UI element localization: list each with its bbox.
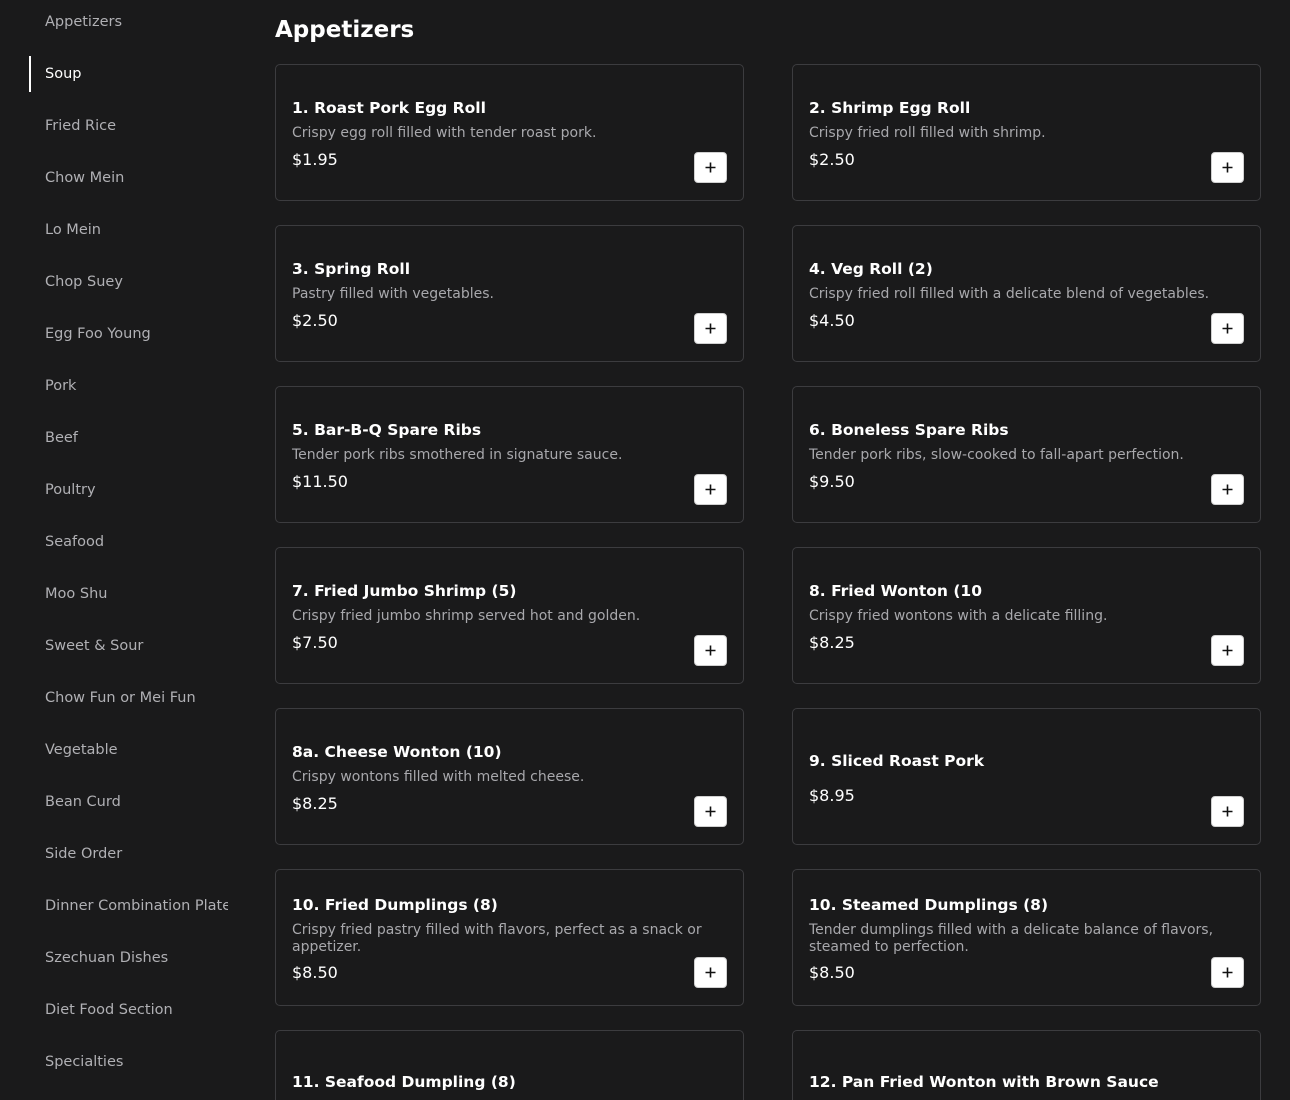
sidebar-item-beef[interactable]: Beef: [29, 420, 228, 456]
menu-item-description: Crispy fried jumbo shrimp served hot and…: [292, 608, 641, 624]
menu-item-name: 4. Veg Roll (2): [809, 260, 933, 278]
add-to-cart-button[interactable]: [1211, 474, 1244, 505]
menu-item-price: $8.50: [809, 963, 855, 982]
menu-item-card[interactable]: 8a. Cheese Wonton (10) Crispy wontons fi…: [275, 708, 744, 845]
add-to-cart-button[interactable]: [694, 796, 727, 827]
sidebar-item-vegetable[interactable]: Vegetable: [29, 732, 228, 768]
menu-item-description: Crispy fried wontons with a delicate fil…: [809, 608, 1108, 624]
add-to-cart-button[interactable]: [1211, 957, 1244, 988]
menu-item-card[interactable]: 2. Shrimp Egg Roll Crispy fried roll fil…: [792, 64, 1261, 201]
menu-item-card[interactable]: 5. Bar-B-Q Spare Ribs Tender pork ribs s…: [275, 386, 744, 523]
menu-item-name: 2. Shrimp Egg Roll: [809, 99, 971, 117]
menu-item-description: Tender dumplings filled with a delicate …: [809, 922, 1214, 955]
plus-icon: [705, 323, 716, 334]
plus-icon: [705, 967, 716, 978]
plus-icon: [705, 162, 716, 173]
menu-item-name: 1. Roast Pork Egg Roll: [292, 99, 486, 117]
menu-item-card[interactable]: 7. Fried Jumbo Shrimp (5) Crispy fried j…: [275, 547, 744, 684]
add-to-cart-button[interactable]: [694, 152, 727, 183]
sidebar-item-egg-foo-young[interactable]: Egg Foo Young: [29, 316, 228, 352]
sidebar-item-pork[interactable]: Pork: [29, 368, 228, 404]
add-to-cart-button[interactable]: [694, 313, 727, 344]
menu-item-card[interactable]: 10. Steamed Dumplings (8) Tender dumplin…: [792, 869, 1261, 1006]
menu-item-description: Crispy fried roll filled with shrimp.: [809, 125, 1046, 141]
menu-item-name: 6. Boneless Spare Ribs: [809, 421, 1009, 439]
menu-item-price: $1.95: [292, 150, 338, 169]
menu-item-card[interactable]: 8. Fried Wonton (10 Crispy fried wontons…: [792, 547, 1261, 684]
plus-icon: [705, 645, 716, 656]
plus-icon: [1222, 484, 1233, 495]
menu-item-description: Crispy egg roll filled with tender roast…: [292, 125, 597, 141]
menu-item-description: Crispy wontons filled with melted cheese…: [292, 769, 585, 785]
sidebar-item-soup[interactable]: Soup: [29, 56, 228, 92]
sidebar-item-chow-fun-or-mei-fun[interactable]: Chow Fun or Mei Fun: [29, 680, 228, 716]
sidebar-item-szechuan-dishes[interactable]: Szechuan Dishes: [29, 940, 228, 976]
menu-item-name: 8a. Cheese Wonton (10): [292, 743, 502, 761]
sidebar-item-lo-mein[interactable]: Lo Mein: [29, 212, 228, 248]
menu-item-card[interactable]: 6. Boneless Spare Ribs Tender pork ribs,…: [792, 386, 1261, 523]
menu-item-card[interactable]: 12. Pan Fried Wonton with Brown Sauce: [792, 1030, 1261, 1100]
menu-item-name: 7. Fried Jumbo Shrimp (5): [292, 582, 517, 600]
plus-icon: [1222, 162, 1233, 173]
plus-icon: [1222, 323, 1233, 334]
menu-item-name: 11. Seafood Dumpling (8): [292, 1073, 516, 1091]
menu-item-price: $4.50: [809, 311, 855, 330]
menu-item-name: 3. Spring Roll: [292, 260, 411, 278]
sidebar-item-chop-suey[interactable]: Chop Suey: [29, 264, 228, 300]
menu-item-name: 5. Bar-B-Q Spare Ribs: [292, 421, 482, 439]
sidebar-item-moo-shu[interactable]: Moo Shu: [29, 576, 228, 612]
menu-item-description: Tender pork ribs, slow-cooked to fall-ap…: [809, 447, 1184, 463]
add-to-cart-button[interactable]: [694, 474, 727, 505]
menu-page: Appetizers Soup Fried Rice Chow Mein Lo …: [0, 0, 1290, 1100]
menu-item-price: $8.25: [809, 633, 855, 652]
menu-item-price: $8.95: [809, 786, 855, 805]
add-to-cart-button[interactable]: [1211, 635, 1244, 666]
sidebar-item-chow-mein[interactable]: Chow Mein: [29, 160, 228, 196]
menu-item-description: Crispy fried pastry filled with flavors,…: [292, 922, 702, 955]
menu-item-price: $8.25: [292, 794, 338, 813]
add-to-cart-button[interactable]: [1211, 313, 1244, 344]
menu-item-card[interactable]: 10. Fried Dumplings (8) Crispy fried pas…: [275, 869, 744, 1006]
menu-item-name: 9. Sliced Roast Pork: [809, 752, 985, 770]
menu-item-description: Pastry filled with vegetables.: [292, 286, 494, 302]
add-to-cart-button[interactable]: [694, 957, 727, 988]
add-to-cart-button[interactable]: [1211, 152, 1244, 183]
sidebar-item-bean-curd[interactable]: Bean Curd: [29, 784, 228, 820]
plus-icon: [705, 806, 716, 817]
sidebar-item-dinner-combination-plates[interactable]: Dinner Combination Plates: [29, 888, 228, 924]
category-sidebar: Appetizers Soup Fried Rice Chow Mein Lo …: [0, 0, 228, 1100]
sidebar-item-sweet-and-sour[interactable]: Sweet & Sour: [29, 628, 228, 664]
menu-item-name: 12. Pan Fried Wonton with Brown Sauce: [809, 1073, 1159, 1091]
sidebar-item-specialties[interactable]: Specialties: [29, 1044, 228, 1080]
menu-item-card[interactable]: 1. Roast Pork Egg Roll Crispy egg roll f…: [275, 64, 744, 201]
menu-item-price: $8.50: [292, 963, 338, 982]
menu-item-card[interactable]: 4. Veg Roll (2) Crispy fried roll filled…: [792, 225, 1261, 362]
sidebar-item-side-order[interactable]: Side Order: [29, 836, 228, 872]
menu-item-price: $9.50: [809, 472, 855, 491]
plus-icon: [705, 484, 716, 495]
menu-item-card[interactable]: 11. Seafood Dumpling (8): [275, 1030, 744, 1100]
sidebar-item-diet-food-section[interactable]: Diet Food Section: [29, 992, 228, 1028]
menu-item-description: Tender pork ribs smothered in signature …: [292, 447, 623, 463]
sidebar-item-poultry[interactable]: Poultry: [29, 472, 228, 508]
add-to-cart-button[interactable]: [694, 635, 727, 666]
section-title: Appetizers: [275, 17, 415, 43]
menu-item-price: $2.50: [809, 150, 855, 169]
menu-item-price: $2.50: [292, 311, 338, 330]
sidebar-item-appetizers[interactable]: Appetizers: [29, 4, 228, 40]
plus-icon: [1222, 806, 1233, 817]
menu-item-price: $7.50: [292, 633, 338, 652]
plus-icon: [1222, 967, 1233, 978]
add-to-cart-button[interactable]: [1211, 796, 1244, 827]
sidebar-item-seafood[interactable]: Seafood: [29, 524, 228, 560]
menu-item-name: 8. Fried Wonton (10: [809, 582, 982, 600]
menu-item-card[interactable]: 3. Spring Roll Pastry filled with vegeta…: [275, 225, 744, 362]
menu-item-name: 10. Steamed Dumplings (8): [809, 896, 1049, 914]
menu-item-card[interactable]: 9. Sliced Roast Pork $8.95: [792, 708, 1261, 845]
menu-item-name: 10. Fried Dumplings (8): [292, 896, 498, 914]
menu-item-description: Crispy fried roll filled with a delicate…: [809, 286, 1210, 302]
menu-item-price: $11.50: [292, 472, 348, 491]
sidebar-item-fried-rice[interactable]: Fried Rice: [29, 108, 228, 144]
plus-icon: [1222, 645, 1233, 656]
